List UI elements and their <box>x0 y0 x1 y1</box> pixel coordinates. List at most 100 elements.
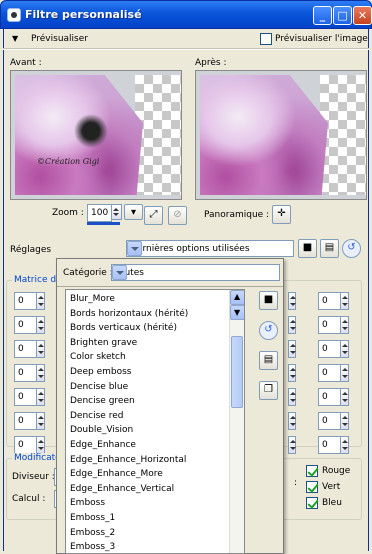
chevron-down-icon[interactable] <box>112 265 127 280</box>
list-item[interactable]: Bords verticaux (hérité) <box>66 321 244 336</box>
blue-channel-checkbox[interactable] <box>306 497 318 509</box>
matrix-spinner[interactable] <box>37 316 45 334</box>
after-image <box>200 75 328 195</box>
list-item[interactable]: Dencise blue <box>66 380 244 395</box>
matrix-spinner[interactable] <box>288 316 296 334</box>
after-preview[interactable] <box>195 70 367 200</box>
category-select[interactable]: Toutes <box>111 264 280 281</box>
matrix-value[interactable]: 0 <box>318 412 341 430</box>
list-item[interactable]: Edge_Enhance_More <box>66 467 244 482</box>
preview-toggle-label[interactable]: Prévisualiser <box>31 34 88 44</box>
preview-image-checkbox[interactable] <box>260 33 272 45</box>
list-item[interactable]: Bords horizontaux (hérité) <box>66 307 244 322</box>
save-preset-icon[interactable]: ■ <box>259 291 278 310</box>
list-item[interactable]: Dencise red <box>66 409 244 424</box>
green-channel-checkbox[interactable] <box>306 481 318 493</box>
before-label: Avant : <box>10 58 42 68</box>
matrix-spinner[interactable] <box>37 412 45 430</box>
matrix-spinner[interactable] <box>341 388 349 406</box>
scroll-down-icon[interactable]: ▼ <box>230 305 244 320</box>
matrix-spinner[interactable] <box>288 364 296 382</box>
matrix-spinner[interactable] <box>288 388 296 406</box>
zoom-slider[interactable] <box>87 222 120 225</box>
matrix-spinner[interactable] <box>288 412 296 430</box>
matrix-value[interactable]: 0 <box>14 436 37 454</box>
matrix-spinner[interactable] <box>37 436 45 454</box>
matrix-cell[interactable]: 0 <box>14 340 45 358</box>
matrix-cell[interactable]: 0 <box>14 316 45 334</box>
matrix-spinner[interactable] <box>37 388 45 406</box>
reset-icon[interactable]: ↺ <box>342 239 361 258</box>
divider <box>57 286 283 287</box>
fit-view-icon[interactable]: ⤢ <box>144 206 163 225</box>
close-button[interactable]: ✕ <box>353 6 372 25</box>
list-item[interactable]: Blur_More <box>66 292 244 307</box>
matrix-value[interactable]: 0 <box>14 412 37 430</box>
list-item[interactable]: Emboss_2 <box>66 526 244 541</box>
chevron-down-icon[interactable]: ▼ <box>12 34 18 43</box>
list-item[interactable]: Brighten grave <box>66 336 244 351</box>
list-item[interactable]: Color sketch <box>66 350 244 365</box>
matrix-spinner[interactable] <box>341 364 349 382</box>
list-item[interactable]: Dencise green <box>66 394 244 409</box>
title-bar[interactable]: Filtre personnalisé _ □ ✕ <box>0 0 372 29</box>
matrix-spinner[interactable] <box>288 340 296 358</box>
matrix-cell[interactable]: 0 <box>14 436 45 454</box>
zoom-spinner[interactable] <box>112 204 122 220</box>
matrix-cell[interactable]: 0 <box>14 364 45 382</box>
scroll-thumb[interactable] <box>231 336 243 408</box>
chevron-down-icon[interactable] <box>127 241 142 256</box>
scroll-up-icon[interactable]: ▲ <box>230 290 244 305</box>
list-item[interactable]: Edge_Enhance <box>66 438 244 453</box>
minimize-button[interactable]: _ <box>313 6 332 25</box>
matrix-value[interactable]: 0 <box>14 316 37 334</box>
list-item[interactable]: Double_Vision <box>66 423 244 438</box>
matrix-cell[interactable]: 0 <box>14 412 45 430</box>
list-item[interactable]: Emboss <box>66 496 244 511</box>
matrix-spinner[interactable] <box>341 340 349 358</box>
list-item[interactable]: Edge_Enhance_Horizontal <box>66 453 244 468</box>
preset-options-icon[interactable]: ▤ <box>320 239 339 258</box>
matrix-value[interactable]: 0 <box>14 340 37 358</box>
matrix-spinner[interactable] <box>37 292 45 310</box>
matrix-spinner[interactable] <box>341 316 349 334</box>
maximize-button[interactable]: □ <box>333 6 352 25</box>
zoom-tool-icon[interactable]: ⊘ <box>168 206 187 225</box>
matrix-spinner[interactable] <box>341 412 349 430</box>
before-preview[interactable]: ©Création Gigi <box>10 70 182 200</box>
matrix-value[interactable]: 0 <box>318 436 341 454</box>
zoom-dropdown-icon[interactable]: ▾ <box>124 204 143 220</box>
save-preset-icon[interactable]: ■ <box>298 239 317 258</box>
matrix-value[interactable]: 0 <box>14 292 37 310</box>
list-item[interactable]: Edge_Enhance_Vertical <box>66 482 244 497</box>
matrix-cell[interactable]: 0 <box>14 292 45 310</box>
matrix-spinner[interactable] <box>37 340 45 358</box>
matrix-spinner[interactable] <box>288 292 296 310</box>
matrix-spinner[interactable] <box>37 364 45 382</box>
matrix-spinner[interactable] <box>288 436 296 454</box>
reset-icon[interactable]: ↺ <box>259 321 278 340</box>
list-scrollbar[interactable]: ▲ ▼ <box>229 290 244 553</box>
list-item[interactable]: Emboss_1 <box>66 511 244 526</box>
matrix-value[interactable]: 0 <box>318 292 341 310</box>
zoom-input[interactable]: 100 <box>87 204 112 222</box>
matrix-value[interactable]: 0 <box>318 340 341 358</box>
matrix-value[interactable]: 0 <box>14 364 37 382</box>
matrix-spinner[interactable] <box>341 292 349 310</box>
matrix-value[interactable]: 0 <box>318 364 341 382</box>
matrix-value[interactable]: 0 <box>318 388 341 406</box>
list-item[interactable]: Emboss_3 <box>66 540 244 553</box>
preset-list[interactable]: Blur_More Bords horizontaux (hérité) Bords… <box>65 289 245 554</box>
preset-options-icon[interactable]: ▤ <box>259 351 278 370</box>
zoom-label: Zoom : <box>52 208 84 218</box>
pan-icon[interactable]: ✛ <box>272 205 291 224</box>
matrix-value[interactable]: 0 <box>14 388 37 406</box>
matrix-cell[interactable]: 0 <box>14 388 45 406</box>
copy-preset-icon[interactable]: ❐ <box>259 381 278 400</box>
preset-popup[interactable]: Catégorie : Toutes Blur_More Bords horizo… <box>56 258 284 554</box>
red-channel-checkbox[interactable] <box>306 465 318 477</box>
settings-select[interactable]: Dernières options utilisées <box>126 240 294 257</box>
matrix-value[interactable]: 0 <box>318 316 341 334</box>
list-item[interactable]: Deep emboss <box>66 365 244 380</box>
matrix-spinner[interactable] <box>341 436 349 454</box>
